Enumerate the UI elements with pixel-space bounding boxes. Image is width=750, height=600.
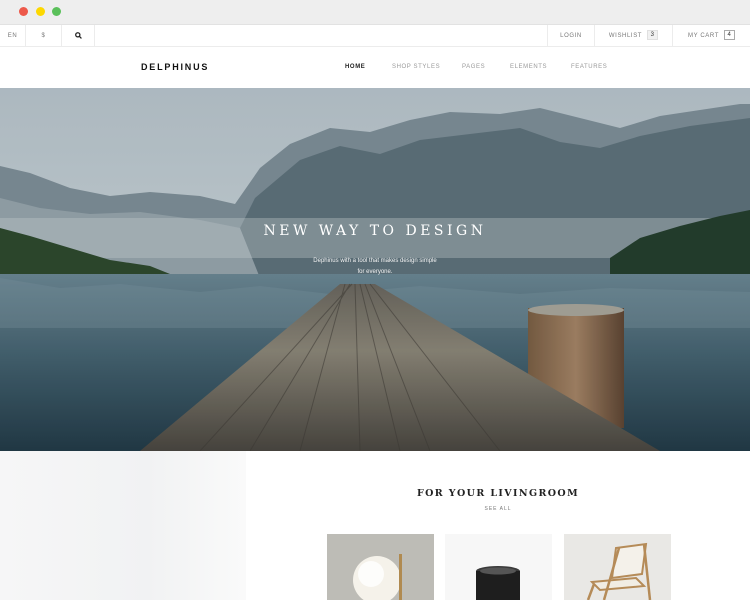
cart-count-badge: 4	[723, 30, 735, 41]
login-link[interactable]: LOGIN	[547, 25, 594, 47]
hero-title: NEW WAY TO DESIGN	[263, 223, 487, 239]
main-navigation: DELPHINUS HOME SHOP STYLES PAGES ELEMENT…	[0, 48, 750, 88]
language-selector[interactable]: EN	[0, 25, 26, 47]
hero-banner: NEW WAY TO DESIGN Dephinus with a tool t…	[0, 88, 750, 451]
section-side-image	[0, 451, 246, 600]
nav-item-pages[interactable]: PAGES	[462, 64, 485, 70]
cart-label: MY CART	[688, 33, 719, 39]
nav-item-elements[interactable]: ELEMENTS	[510, 64, 547, 70]
search-button[interactable]	[62, 25, 95, 47]
see-all-link[interactable]: SEE ALL	[246, 506, 750, 512]
hero-subtitle-line-2: for everyone.	[357, 269, 393, 275]
maximize-window-button[interactable]	[52, 7, 61, 16]
minimize-window-button[interactable]	[36, 7, 45, 16]
utility-bar: EN $ LOGIN WISHLIST 3 MY CART 4	[0, 25, 750, 47]
search-icon	[74, 31, 82, 39]
wishlist-label: WISHLIST	[608, 33, 643, 39]
close-window-button[interactable]	[19, 7, 28, 16]
product-card-chair[interactable]	[564, 534, 671, 600]
livingroom-section: FOR YOUR LIVINGROOM SEE ALL	[0, 451, 750, 600]
wishlist-count-badge: 3	[647, 30, 659, 41]
site-logo[interactable]: DELPHINUS	[141, 62, 209, 72]
section-title: FOR YOUR LIVINGROOM	[416, 488, 580, 499]
black-stool-image	[445, 534, 552, 600]
product-card-lamp[interactable]	[327, 534, 434, 600]
nav-item-shop-styles[interactable]: SHOP STYLES	[392, 64, 440, 70]
hero-subtitle-line-1: Dephinus with a tool that makes design s…	[313, 258, 437, 264]
product-card-stool[interactable]	[445, 534, 552, 600]
window-titlebar	[0, 0, 750, 25]
hero-subtitle: Dephinus with a tool that makes design s…	[0, 256, 750, 278]
nav-item-features[interactable]: FEATURES	[571, 64, 607, 70]
wooden-chair-image	[564, 534, 671, 600]
wishlist-link[interactable]: WISHLIST 3	[594, 25, 672, 47]
cart-link[interactable]: MY CART 4	[672, 25, 750, 47]
currency-selector[interactable]: $	[26, 25, 62, 47]
nav-item-home[interactable]: HOME	[345, 64, 365, 70]
globe-lamp-image	[327, 534, 434, 600]
